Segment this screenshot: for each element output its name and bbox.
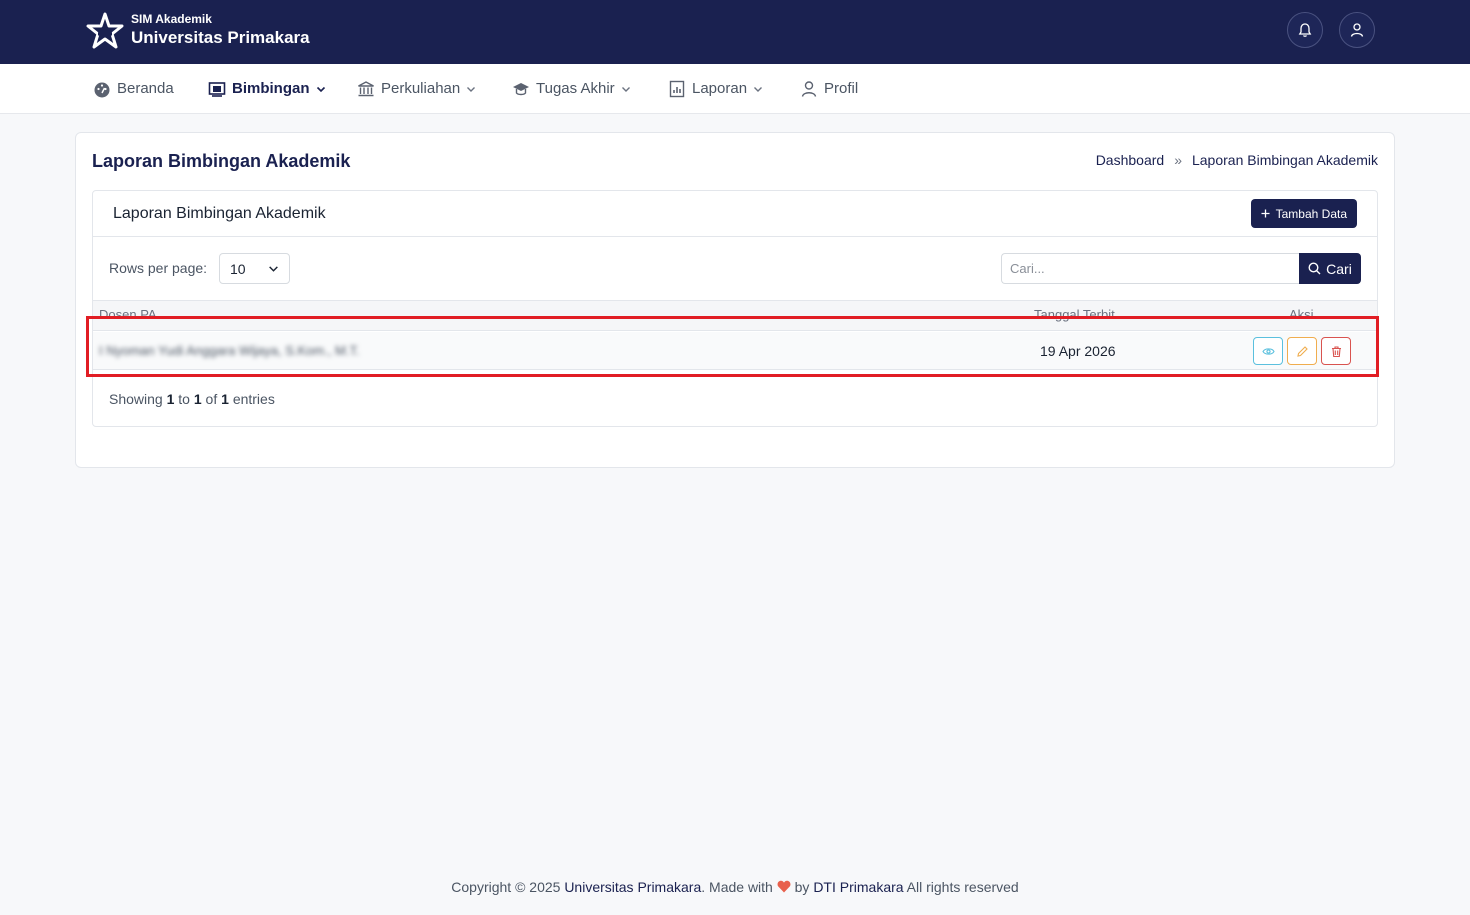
primakara-logo-icon[interactable] bbox=[86, 12, 124, 50]
pagination-info: Showing 1 to 1 of 1 entries bbox=[109, 391, 275, 407]
footer-made-with: . Made with bbox=[701, 879, 773, 895]
main-navigation: Beranda Bimbingan Perkuliahan Tugas Akhi… bbox=[0, 64, 1470, 114]
brand-subtitle: SIM Akademik bbox=[131, 12, 212, 26]
top-bar: SIM Akademik Universitas Primakara bbox=[0, 0, 1470, 64]
showing-to: 1 bbox=[193, 391, 202, 407]
showing-total: 1 bbox=[221, 391, 229, 407]
notification-button[interactable] bbox=[1287, 12, 1323, 48]
add-data-label: Tambah Data bbox=[1275, 206, 1347, 221]
chevron-down-icon bbox=[621, 86, 630, 92]
footer-by: by bbox=[794, 879, 810, 895]
nav-label: Beranda bbox=[117, 80, 174, 97]
bank-icon bbox=[358, 80, 374, 96]
footer: Copyright © 2025 Universitas Primakara. … bbox=[0, 879, 1470, 895]
user-menu-button[interactable] bbox=[1339, 12, 1375, 48]
search-icon bbox=[1308, 262, 1321, 275]
nav-item-perkuliahan[interactable]: Perkuliahan bbox=[357, 64, 476, 113]
showing-of-word: of bbox=[205, 391, 218, 407]
panel-title: Laporan Bimbingan Akademik bbox=[113, 205, 326, 222]
report-panel: Laporan Bimbingan Akademik Tambah Data R… bbox=[92, 190, 1378, 427]
chevron-down-icon bbox=[754, 86, 763, 92]
breadcrumb-current: Laporan Bimbingan Akademik bbox=[1191, 152, 1378, 168]
search-button[interactable]: Cari bbox=[1299, 253, 1361, 284]
rows-per-page-label: Rows per page: bbox=[109, 260, 208, 276]
footer-copyright: Copyright © 2025 bbox=[451, 879, 561, 895]
footer-rights: All rights reserved bbox=[906, 879, 1019, 895]
showing-from: 1 bbox=[166, 391, 175, 407]
nav-label: Perkuliahan bbox=[381, 80, 461, 97]
nav-label: Profil bbox=[824, 80, 859, 97]
nav-label: Bimbingan bbox=[232, 80, 310, 97]
nav-label: Laporan bbox=[692, 80, 748, 97]
presentation-icon bbox=[208, 81, 226, 97]
chevron-down-icon bbox=[316, 86, 325, 92]
user-icon bbox=[1350, 23, 1364, 37]
page-card: Laporan Bimbingan Akademik Dashboard » L… bbox=[75, 132, 1395, 468]
search-input[interactable] bbox=[1001, 253, 1299, 284]
rows-per-page-select[interactable]: 10 bbox=[219, 253, 290, 284]
breadcrumb-dashboard[interactable]: Dashboard bbox=[1096, 152, 1165, 168]
chevron-down-icon bbox=[269, 266, 278, 272]
page-title: Laporan Bimbingan Akademik bbox=[92, 151, 351, 171]
bell-icon bbox=[1298, 23, 1312, 37]
heart-icon bbox=[777, 880, 791, 893]
add-data-button[interactable]: Tambah Data bbox=[1250, 199, 1357, 228]
chevron-down-icon bbox=[467, 86, 476, 92]
nav-item-tugas-akhir[interactable]: Tugas Akhir bbox=[512, 64, 631, 113]
footer-team-link[interactable]: DTI Primakara bbox=[813, 879, 903, 895]
showing-text: Showing bbox=[109, 391, 163, 407]
breadcrumb-separator: » bbox=[1174, 152, 1182, 168]
nav-item-bimbingan[interactable]: Bimbingan bbox=[208, 64, 326, 113]
breadcrumb: Dashboard » Laporan Bimbingan Akademik bbox=[1096, 152, 1378, 168]
brand-title[interactable]: Universitas Primakara bbox=[131, 28, 310, 48]
nav-item-beranda[interactable]: Beranda bbox=[93, 64, 174, 113]
user-icon bbox=[801, 80, 817, 97]
highlight-box bbox=[86, 316, 1379, 377]
nav-label: Tugas Akhir bbox=[536, 80, 615, 97]
showing-entries-word: entries bbox=[232, 391, 275, 407]
graduation-cap-icon bbox=[513, 82, 529, 95]
panel-header: Laporan Bimbingan Akademik Tambah Data bbox=[93, 191, 1377, 237]
dashboard-icon bbox=[94, 82, 110, 97]
nav-item-laporan[interactable]: Laporan bbox=[668, 64, 763, 113]
footer-org-link[interactable]: Universitas Primakara bbox=[564, 879, 701, 895]
showing-to-word: to bbox=[178, 391, 190, 407]
rows-per-page-value: 10 bbox=[230, 260, 246, 277]
report-icon bbox=[669, 80, 685, 97]
plus-icon bbox=[1261, 209, 1270, 218]
search-button-label: Cari bbox=[1326, 260, 1352, 277]
nav-item-profil[interactable]: Profil bbox=[800, 64, 858, 113]
